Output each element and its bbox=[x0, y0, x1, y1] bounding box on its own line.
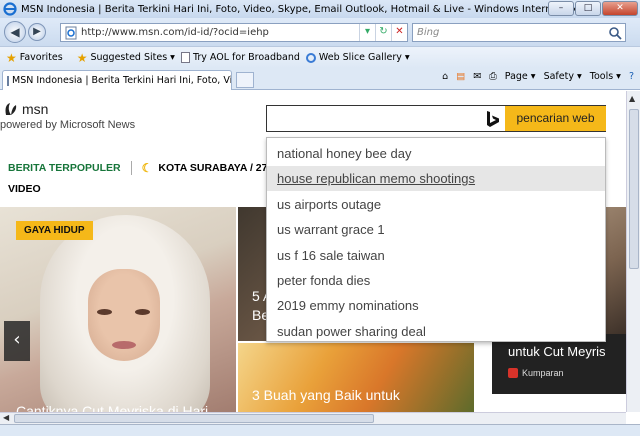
msn-wordmark: msn bbox=[22, 101, 49, 117]
kumparan-logo-icon bbox=[508, 368, 518, 378]
suggestion-item[interactable]: us warrant grace 1 bbox=[267, 217, 605, 242]
favorites-bar: ★ Favorites ★ Suggested Sites ▾ Try AOL … bbox=[0, 46, 640, 68]
status-bar bbox=[0, 424, 640, 436]
powered-by-text: powered by Microsoft News bbox=[0, 119, 136, 131]
suggestion-item[interactable]: us f 16 sale taiwan bbox=[267, 243, 605, 268]
web-slice-label: Web Slice Gallery ▾ bbox=[318, 52, 410, 63]
card4-caption: untuk Cut Meyris bbox=[508, 344, 606, 359]
aol-link[interactable]: Try AOL for Broadband bbox=[180, 52, 300, 63]
web-search-button[interactable]: pencarian web bbox=[505, 106, 606, 131]
mail-icon[interactable]: ✉ bbox=[473, 71, 481, 82]
horizontal-scrollbar[interactable]: ◀ bbox=[0, 412, 626, 424]
window-title: MSN Indonesia | Berita Terkini Hari Ini,… bbox=[21, 3, 581, 15]
card4-source: Kumparan bbox=[508, 368, 564, 378]
tab-bar: MSN Indonesia | Berita Terkini Hari Ini,… bbox=[0, 68, 640, 90]
print-icon[interactable]: ⎙ bbox=[489, 71, 497, 82]
suggestion-item[interactable]: national honey bee day bbox=[267, 141, 605, 166]
suggestion-item[interactable]: sudan power sharing deal bbox=[267, 319, 605, 344]
search-icon[interactable] bbox=[608, 26, 622, 40]
page-content: msn powered by Microsoft News pencarian … bbox=[0, 91, 626, 412]
vertical-scroll-thumb[interactable] bbox=[629, 109, 639, 269]
page-link-icon bbox=[180, 52, 190, 63]
favorites-button[interactable]: ★ Favorites bbox=[6, 51, 63, 65]
suggestion-item[interactable]: 2019 emmy nominations bbox=[267, 293, 605, 318]
minimize-button[interactable]: – bbox=[548, 1, 574, 16]
aol-label: Try AOL for Broadband bbox=[192, 52, 300, 63]
hero-lips bbox=[112, 341, 136, 349]
horizontal-scroll-thumb[interactable] bbox=[14, 414, 374, 423]
suggested-sites-link[interactable]: ★ Suggested Sites ▾ bbox=[77, 51, 175, 65]
tab-title: MSN Indonesia | Berita Terkini Hari Ini,… bbox=[12, 75, 232, 86]
window-controls: – □ ✕ bbox=[548, 1, 638, 16]
ie-logo-icon bbox=[3, 2, 17, 16]
feeds-icon[interactable]: ▤ bbox=[456, 71, 465, 82]
web-slice-icon bbox=[305, 52, 316, 63]
nav-divider bbox=[130, 161, 132, 175]
suggestion-item[interactable]: us airports outage bbox=[267, 192, 605, 217]
page-icon bbox=[65, 26, 77, 39]
bing-icon[interactable] bbox=[485, 110, 501, 128]
msn-butterfly-icon bbox=[5, 103, 17, 115]
browser-search-placeholder[interactable]: Bing bbox=[417, 27, 608, 38]
hero-eye-left bbox=[97, 309, 112, 315]
nav-top-news[interactable]: BERITA TERPOPULER bbox=[8, 162, 121, 174]
back-button[interactable]: ◀ bbox=[4, 21, 26, 43]
address-bar[interactable]: http://www.msn.com/id-id/?ocid=iehp ▾ ↻ … bbox=[60, 23, 408, 42]
help-icon[interactable]: ? bbox=[629, 71, 634, 82]
card3-caption: 3 Buah yang Baik untuk bbox=[252, 387, 400, 403]
suggested-sites-label: Suggested Sites ▾ bbox=[90, 52, 175, 63]
web-slice-gallery-link[interactable]: Web Slice Gallery ▾ bbox=[305, 52, 410, 63]
add-favorite-icon: ★ bbox=[76, 50, 88, 65]
carousel-prev-button[interactable]: ‹ bbox=[4, 321, 30, 361]
close-window-button[interactable]: ✕ bbox=[602, 1, 638, 16]
new-tab-button[interactable] bbox=[236, 72, 254, 88]
hero-eye-right bbox=[135, 309, 150, 315]
dropdown-arrow-icon[interactable]: ▾ bbox=[359, 24, 375, 41]
forward-button[interactable]: ▶ bbox=[28, 23, 46, 41]
msn-nav: BERITA TERPOPULER ☾ KOTA SURABAYA / 27°C bbox=[8, 161, 279, 175]
vertical-scrollbar[interactable]: ▲ bbox=[626, 91, 640, 412]
star-icon: ★ bbox=[6, 50, 17, 65]
msn-search-box[interactable]: pencarian web bbox=[266, 105, 606, 132]
card4-source-label: Kumparan bbox=[522, 368, 564, 378]
hero-card[interactable]: GAYA HIDUP ‹ Cantiknya Cut Meyriska di H… bbox=[0, 207, 236, 412]
favorites-label: Favorites bbox=[19, 52, 63, 63]
nav-video[interactable]: VIDEO bbox=[8, 183, 41, 195]
refresh-icon[interactable]: ↻ bbox=[375, 24, 391, 41]
url-text[interactable]: http://www.msn.com/id-id/?ocid=iehp bbox=[81, 27, 359, 38]
stop-icon[interactable]: ✕ bbox=[391, 24, 407, 41]
moon-icon: ☾ bbox=[141, 161, 153, 175]
weather-link[interactable]: KOTA SURABAYA / 27°C bbox=[158, 162, 279, 174]
tools-menu[interactable]: Tools ▾ bbox=[590, 71, 621, 82]
tab-page-icon bbox=[7, 75, 9, 86]
suggestion-item-highlighted[interactable]: house republican memo shootings bbox=[267, 166, 605, 191]
msn-logo[interactable]: msn bbox=[4, 101, 48, 117]
page-menu[interactable]: Page ▾ bbox=[505, 71, 536, 82]
hero-caption[interactable]: Cantiknya Cut Meyriska di Hari bbox=[16, 403, 208, 412]
title-bar: MSN Indonesia | Berita Terkini Hari Ini,… bbox=[0, 0, 640, 18]
navigation-bar: ◀ ▶ http://www.msn.com/id-id/?ocid=iehp … bbox=[0, 18, 640, 46]
home-icon[interactable]: ⌂ bbox=[442, 71, 448, 82]
maximize-button[interactable]: □ bbox=[575, 1, 601, 16]
suggestion-item[interactable]: peter fonda dies bbox=[267, 268, 605, 293]
search-suggestions: national honey bee day house republican … bbox=[266, 137, 606, 342]
scroll-left-arrow[interactable]: ◀ bbox=[3, 413, 9, 422]
command-bar: ⌂ ▤ ✉ ⎙ Page ▾ Safety ▾ Tools ▾ ? bbox=[442, 71, 634, 82]
scroll-up-arrow[interactable]: ▲ bbox=[629, 94, 635, 103]
browser-search-box[interactable]: Bing bbox=[412, 23, 626, 42]
news-card-3[interactable]: 3 Buah yang Baik untuk bbox=[238, 343, 474, 412]
category-badge: GAYA HIDUP bbox=[16, 221, 93, 240]
safety-menu[interactable]: Safety ▾ bbox=[544, 71, 582, 82]
tab-msn[interactable]: MSN Indonesia | Berita Terkini Hari Ini,… bbox=[2, 70, 232, 90]
